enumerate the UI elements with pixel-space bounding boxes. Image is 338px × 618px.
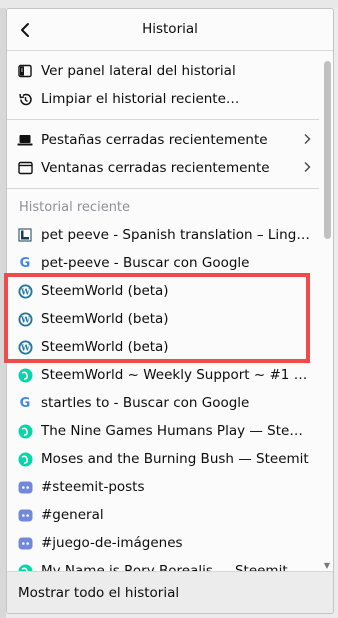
background-toolbar xyxy=(0,0,338,8)
recently-closed-tabs-item[interactable]: Pestañas cerradas recientemente xyxy=(7,126,319,154)
history-entry[interactable]: SteemWorld ~ Weekly Support ~ #1 — Steem… xyxy=(7,361,319,389)
menu-item-label: Pestañas cerradas recientemente xyxy=(41,132,268,148)
menu-item-label: Limpiar el historial reciente… xyxy=(41,91,240,107)
history-entry[interactable]: G pet-peeve - Buscar con Google xyxy=(7,249,319,277)
google-icon: G xyxy=(19,255,31,271)
view-sidebar-item[interactable]: Ver panel lateral del historial xyxy=(7,57,319,85)
history-entry[interactable]: W SteemWorld (beta) xyxy=(7,305,319,333)
history-entry-label: pet peeve - Spanish translation – Lingue… xyxy=(41,227,311,243)
history-entry[interactable]: My Name is Rory Borealis — Steemit xyxy=(7,557,319,571)
history-entry[interactable]: W SteemWorld (beta) xyxy=(7,277,319,305)
history-entry[interactable]: The Nine Games Humans Play — Steemit xyxy=(7,417,319,445)
history-entry[interactable]: G startles to - Buscar con Google xyxy=(7,389,319,417)
svg-text:W: W xyxy=(20,286,31,296)
history-panel: Historial Ver panel lateral del historia… xyxy=(6,8,334,614)
discord-icon xyxy=(17,507,33,523)
history-entry-label: SteemWorld (beta) xyxy=(41,283,169,299)
menu-item-label: Ventanas cerradas recientemente xyxy=(41,160,270,176)
window-icon xyxy=(17,160,33,176)
history-entry-label: My Name is Rory Borealis — Steemit xyxy=(41,563,288,571)
history-entry-label: SteemWorld (beta) xyxy=(41,311,169,327)
history-entry-label: startles to - Buscar con Google xyxy=(41,395,250,411)
laptop-icon xyxy=(17,132,33,148)
history-entry-label: SteemWorld ~ Weekly Support ~ #1 — Steem… xyxy=(41,367,311,383)
history-entry-label: #juego-de-imágenes xyxy=(41,535,183,551)
history-entry-label: #steemit-posts xyxy=(41,479,145,495)
steemit-icon xyxy=(17,563,33,571)
scrollbar-thumb[interactable] xyxy=(324,61,331,239)
steemit-icon xyxy=(17,451,33,467)
svg-text:W: W xyxy=(20,314,31,324)
chevron-right-icon xyxy=(303,161,311,177)
vertical-scrollbar[interactable]: ▼ xyxy=(322,53,332,573)
sidebar-icon xyxy=(17,63,33,79)
history-entry-label: pet-peeve - Buscar con Google xyxy=(41,255,250,271)
history-entry-label: #general xyxy=(41,507,104,523)
clear-history-item[interactable]: Limpiar el historial reciente… xyxy=(7,85,319,113)
steemit-icon xyxy=(17,423,33,439)
scroll-down-arrow-icon[interactable]: ▼ xyxy=(322,561,332,571)
wordpress-icon: W xyxy=(17,311,33,327)
history-entry[interactable]: Moses and the Burning Bush — Steemit xyxy=(7,445,319,473)
recently-closed-windows-item[interactable]: Ventanas cerradas recientemente xyxy=(7,154,319,182)
menu-item-label: Ver panel lateral del historial xyxy=(41,63,236,79)
history-entry[interactable]: #steemit-posts xyxy=(7,473,319,501)
google-icon: G xyxy=(19,395,31,411)
discord-icon xyxy=(17,535,33,551)
footer-label: Mostrar todo el historial xyxy=(18,585,180,601)
recent-history-heading: Historial reciente xyxy=(19,200,131,215)
discord-icon xyxy=(17,479,33,495)
separator xyxy=(7,188,319,189)
panel-header: Historial xyxy=(7,9,333,51)
history-entry[interactable]: W SteemWorld (beta) xyxy=(7,333,319,361)
history-entry[interactable]: #juego-de-imágenes xyxy=(7,529,319,557)
history-entry-label: Moses and the Burning Bush — Steemit xyxy=(41,451,309,467)
panel-title: Historial xyxy=(142,21,198,37)
chevron-right-icon xyxy=(303,133,311,149)
history-entry[interactable]: #general xyxy=(7,501,319,529)
show-all-history-button[interactable]: Mostrar todo el historial xyxy=(7,571,333,613)
steemit-icon xyxy=(17,367,33,383)
history-clock-icon xyxy=(17,91,33,107)
wordpress-icon: W xyxy=(17,283,33,299)
history-entry-label: SteemWorld (beta) xyxy=(41,339,169,355)
svg-text:W: W xyxy=(20,342,31,352)
wordpress-icon: W xyxy=(17,339,33,355)
history-entry-label: The Nine Games Humans Play — Steemit xyxy=(41,423,311,439)
separator xyxy=(7,119,319,120)
history-entry[interactable]: pet peeve - Spanish translation – Lingue… xyxy=(7,221,319,249)
linguee-icon xyxy=(17,227,33,243)
history-list-scroll[interactable]: Ver panel lateral del historial Limpiar … xyxy=(7,51,333,571)
